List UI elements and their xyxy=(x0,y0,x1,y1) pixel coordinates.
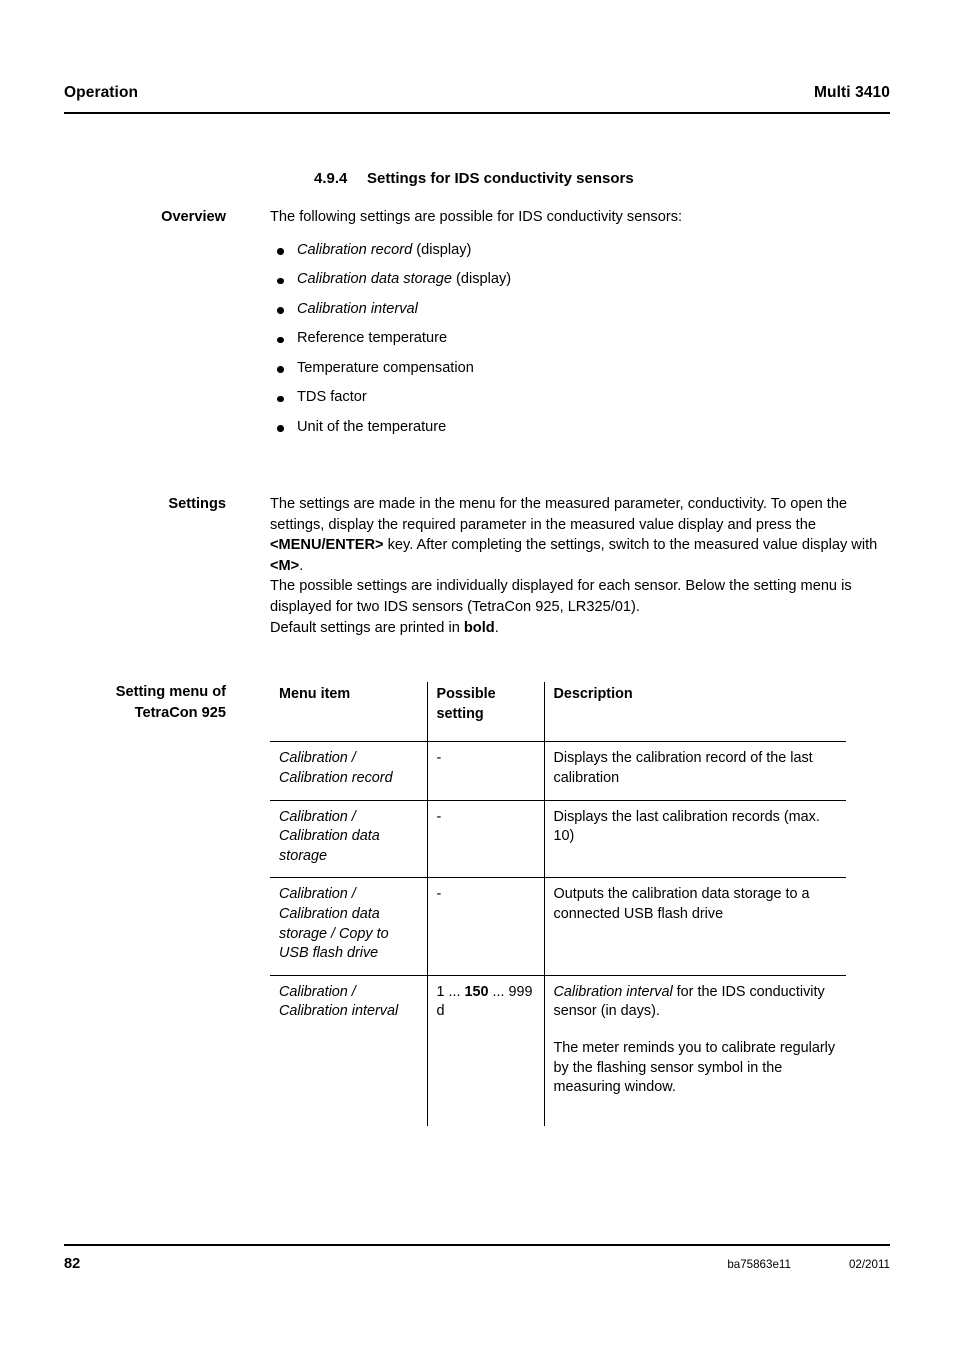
cell-description: Displays the calibration record of the l… xyxy=(544,741,846,801)
settings-paragraph-3: Default settings are printed in bold. xyxy=(270,618,890,639)
document-date: 02/2011 xyxy=(848,1258,890,1271)
table-label-line-2: TetraCon 925 xyxy=(134,704,226,721)
section-title: Settings for IDS conductivity sensors xyxy=(367,170,634,187)
bullet-dot-icon xyxy=(277,336,284,344)
bullet-plain-text: Unit of the temperature xyxy=(297,418,447,435)
settings-p1-text-b: key. After completing the settings, swit… xyxy=(383,537,878,554)
settings-p1-text-c: . xyxy=(299,557,304,574)
bullet-plain-text: (display) xyxy=(451,271,512,288)
menu-enter-key-label: <MENU/ENTER> xyxy=(270,537,384,554)
list-item: Temperature compensation xyxy=(270,359,890,378)
bullet-dot-icon xyxy=(277,307,284,314)
cell-menu-item: Calibration / Calibration data storage /… xyxy=(270,877,428,976)
column-header-menu-item: Menu item xyxy=(270,682,428,742)
description-paragraph-2: The meter reminds you to calibrate regul… xyxy=(553,1039,836,1096)
cell-menu-item: Calibration / Calibration interval xyxy=(270,974,428,1126)
page-content: 4.9.4 Settings for IDS conductivity sens… xyxy=(64,170,890,1126)
settings-marginal-label: Settings xyxy=(168,496,226,513)
overview-body: The following settings are possible for … xyxy=(270,207,890,447)
column-header-description: Description xyxy=(553,686,633,703)
header-product-name: Multi 3410 xyxy=(814,84,890,101)
settings-block: Settings The settings are made in the me… xyxy=(64,494,890,638)
bullet-dot-icon xyxy=(277,395,284,403)
list-item: Calibration data storage (display) xyxy=(270,270,890,289)
list-item: Reference temperature xyxy=(270,329,890,348)
bullet-italic-text: Calibration data storage xyxy=(297,271,452,288)
description-paragraph-1: Calibration interval for the IDS conduct… xyxy=(554,983,838,1022)
cell-possible-setting: - xyxy=(427,741,545,801)
header-chapter-title: Operation xyxy=(64,84,139,101)
m-key-label: <M> xyxy=(270,557,300,574)
page-footer: 82 ba75863e11 02/2011 xyxy=(64,1256,890,1272)
footer-divider xyxy=(64,1244,890,1246)
cell-description: Calibration interval for the IDS conduct… xyxy=(544,974,846,1126)
section-number: 4.9.4 xyxy=(314,170,348,187)
table-row: Calibration / Calibration data storage -… xyxy=(270,799,846,878)
section-heading: 4.9.4 Settings for IDS conductivity sens… xyxy=(314,170,890,187)
table-label-line-1: Setting menu of xyxy=(115,684,226,701)
bullet-italic-text: Calibration interval xyxy=(297,300,418,317)
list-item: Calibration record (display) xyxy=(270,241,890,260)
table-row: Calibration / Calibration record - Displ… xyxy=(270,741,846,801)
table-row: Calibration / Calibration interval 1 ...… xyxy=(270,974,846,1126)
bullet-plain-text: TDS factor xyxy=(297,389,367,406)
settings-p1-text-a: The settings are made in the menu for th… xyxy=(270,496,848,533)
list-item: Unit of the temperature xyxy=(270,418,890,437)
bullet-dot-icon xyxy=(277,366,284,373)
document-page: Operation Multi 3410 4.9.4 Settings for … xyxy=(0,0,954,1351)
bullet-plain-text: (display) xyxy=(412,241,472,258)
settings-p3-text-a: Default settings are printed in xyxy=(270,619,464,636)
cell-menu-item: Calibration / Calibration data storage xyxy=(270,799,428,878)
setting-default-value: 150 xyxy=(464,983,489,1000)
cell-possible-setting: - xyxy=(427,877,545,976)
footer-meta: ba75863e11 02/2011 xyxy=(727,1258,890,1271)
table-marginal-label: Setting menu of TetraCon 925 xyxy=(64,682,270,723)
cell-possible-setting: - xyxy=(427,799,545,878)
bullet-dot-icon xyxy=(277,248,284,255)
settings-body: The settings are made in the menu for th… xyxy=(270,494,890,638)
bullet-dot-icon xyxy=(277,425,284,432)
bullet-plain-text: Temperature compensation xyxy=(297,359,474,376)
settings-table: Menu item Possible setting Description C… xyxy=(270,682,846,1126)
running-header: Operation Multi 3410 xyxy=(64,84,890,102)
header-divider xyxy=(64,112,890,114)
bullet-italic-text: Calibration record xyxy=(297,241,413,258)
document-id: ba75863e11 xyxy=(727,1258,791,1271)
settings-paragraph-1: The settings are made in the menu for th… xyxy=(270,494,890,576)
setting-range-prefix: 1 ... xyxy=(436,983,465,1000)
cell-possible-setting: 1 ... 150 ... 999 d xyxy=(427,974,545,1126)
description-italic-term: Calibration interval xyxy=(553,983,673,1000)
settings-p3-bold-word: bold xyxy=(463,619,495,636)
table-row: Calibration / Calibration data storage /… xyxy=(270,877,846,976)
settings-table-block: Setting menu of TetraCon 925 Menu item P… xyxy=(64,682,890,1126)
bullet-plain-text: Reference temperature xyxy=(297,330,448,347)
overview-bullet-list: Calibration record (display) Calibration… xyxy=(270,241,890,437)
cell-description: Displays the last calibration records (m… xyxy=(544,799,846,878)
settings-p3-text-b: . xyxy=(494,619,499,636)
overview-block: Overview The following settings are poss… xyxy=(64,207,890,447)
cell-description: Outputs the calibration data storage to … xyxy=(544,877,846,976)
column-header-possible-setting: Possible setting xyxy=(427,682,545,742)
overview-intro: The following settings are possible for … xyxy=(270,209,683,225)
cell-menu-item: Calibration / Calibration record xyxy=(270,741,428,801)
list-item: Calibration interval xyxy=(270,300,890,319)
page-number: 82 xyxy=(64,1256,81,1272)
table-header-row: Menu item Possible setting Description xyxy=(270,682,846,742)
bullet-dot-icon xyxy=(277,277,284,285)
settings-paragraph-2: The possible settings are individually d… xyxy=(270,578,852,616)
list-item: TDS factor xyxy=(270,388,890,407)
overview-marginal-label: Overview xyxy=(161,209,226,225)
